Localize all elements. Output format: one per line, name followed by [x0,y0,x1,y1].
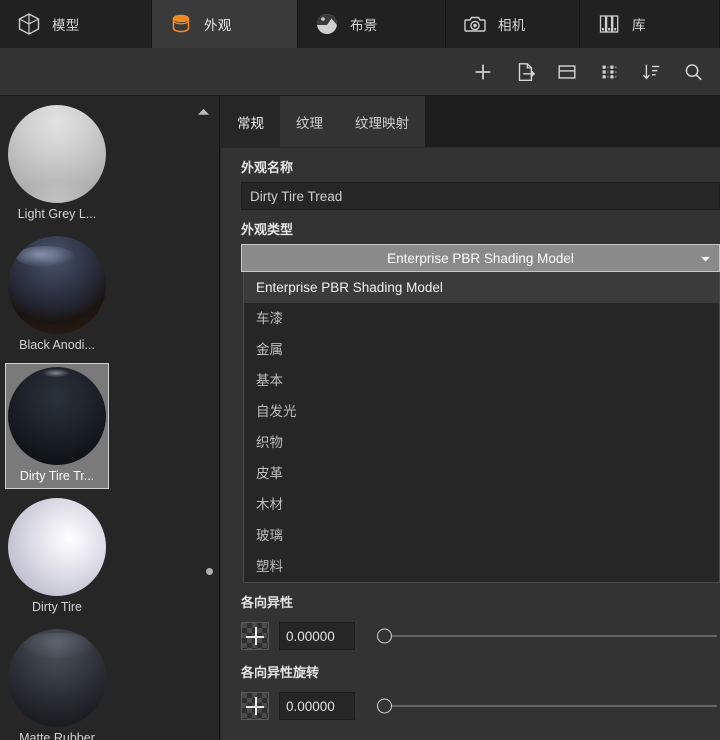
main-tab-model-label: 模型 [52,18,80,33]
tab-general-label: 常规 [237,116,264,131]
appearance-name-label: 外观名称 [241,160,294,175]
material-name: Black Anodi... [19,338,95,352]
anisotropy-slider[interactable] [377,622,717,650]
appearance-name-input[interactable] [241,182,720,210]
tab-texture-mapping[interactable]: 纹理映射 [339,96,425,148]
camera-icon [462,11,488,37]
list-item[interactable]: Black Anodi... [5,232,109,358]
texture-map-plus-icon[interactable] [241,692,269,720]
paint-bucket-icon [168,11,194,37]
export-file-button[interactable] [504,52,546,92]
appearance-type-label: 外观类型 [241,222,294,237]
anisotropy-row [221,619,720,653]
library-books-icon [596,11,622,37]
main-tabbar: 模型 外观 布景 相机 库 [0,0,720,48]
main-tab-scene-label: 布景 [350,18,378,33]
appearance-toolbar [0,48,720,96]
appearance-type-option-list[interactable]: Enterprise PBR Shading Model 车漆 金属 基本 自发… [243,272,720,583]
appearance-type-dropdown[interactable]: Enterprise PBR Shading Model [241,244,720,272]
sort-button[interactable] [630,52,672,92]
search-button[interactable] [672,52,714,92]
material-thumbnail [8,105,106,203]
subtabbar-filler [425,96,720,147]
menu-item[interactable]: 金属 [244,334,719,365]
split-view-button[interactable] [546,52,588,92]
add-button[interactable] [462,52,504,92]
menu-item[interactable]: 自发光 [244,396,719,427]
menu-item[interactable]: 织物 [244,427,719,458]
material-name: Matte Rubber [19,731,95,740]
anisotropy-label: 各向异性 [241,595,294,610]
main-tab-camera[interactable]: 相机 [446,0,580,48]
menu-item[interactable]: 基本 [244,365,719,396]
material-name: Dirty Tire [32,600,82,614]
main-tab-library[interactable]: 库 [580,0,720,48]
list-item[interactable]: Dirty Tire [5,494,109,620]
anisotropy-rotation-row [221,689,720,723]
menu-item[interactable]: 塑料 [244,551,719,582]
split-view-icon [558,64,576,79]
add-icon [475,64,491,79]
anisotropy-input[interactable] [279,622,355,650]
menu-item[interactable]: 玻璃 [244,520,719,551]
main-tab-camera-label: 相机 [498,18,526,33]
anisotropy-rotation-input[interactable] [279,692,355,720]
list-item[interactable]: Light Grey L... [5,101,109,227]
anisotropy-rotation-label: 各向异性旋转 [241,665,320,680]
main-tab-appearance-label: 外观 [204,18,232,33]
grid-view-icon [602,65,617,78]
cube-icon [16,11,42,37]
menu-item[interactable]: 木材 [244,489,719,520]
main-tab-appearance[interactable]: 外观 [152,0,298,48]
material-thumbnail [8,367,106,465]
slider-handle[interactable] [377,698,392,714]
grid-view-button[interactable] [588,52,630,92]
tab-general[interactable]: 常规 [221,96,280,148]
main-tab-scene[interactable]: 布景 [298,0,446,48]
main-tab-library-label: 库 [632,18,646,33]
material-thumbnail [8,236,106,334]
material-list: Light Grey L... Black Anodi... Dirty Tir… [0,96,213,740]
main-tab-model[interactable]: 模型 [0,0,152,48]
material-browser[interactable]: Light Grey L... Black Anodi... Dirty Tir… [0,96,220,740]
appearance-editor-window: 模型 外观 布景 相机 库 Light Grey L... Black Anod… [0,0,720,740]
tab-texture[interactable]: 纹理 [280,96,339,148]
image-scene-icon [314,11,340,37]
material-name: Light Grey L... [17,207,97,221]
tab-texture-mapping-label: 纹理映射 [355,116,409,131]
slider-track [390,635,717,637]
properties-form: 外观名称 外观类型 Enterprise PBR Shading Model E… [221,148,720,723]
menu-item[interactable]: 车漆 [244,303,719,334]
slider-track [390,705,717,707]
list-item-selected[interactable]: Dirty Tire Tr... [5,363,109,489]
appearance-type-selected-value: Enterprise PBR Shading Model [387,250,574,266]
sort-descending-icon [642,64,660,79]
menu-item[interactable]: Enterprise PBR Shading Model [244,272,719,303]
texture-map-plus-icon[interactable] [241,622,269,650]
search-icon [685,63,702,80]
chevron-down-icon [700,251,711,266]
properties-subtabbar: 常规 纹理 纹理映射 [221,96,720,148]
anisotropy-rotation-slider[interactable] [377,692,717,720]
properties-panel: 常规 纹理 纹理映射 外观名称 外观类型 Enterprise PBR Shad… [221,96,720,740]
list-item[interactable]: Matte Rubber [5,625,109,740]
file-export-icon [518,62,536,81]
material-name: Dirty Tire Tr... [19,469,95,483]
material-thumbnail [8,629,106,727]
tab-texture-label: 纹理 [296,116,323,131]
material-thumbnail [8,498,106,596]
slider-handle[interactable] [377,628,392,644]
menu-item[interactable]: 皮革 [244,458,719,489]
